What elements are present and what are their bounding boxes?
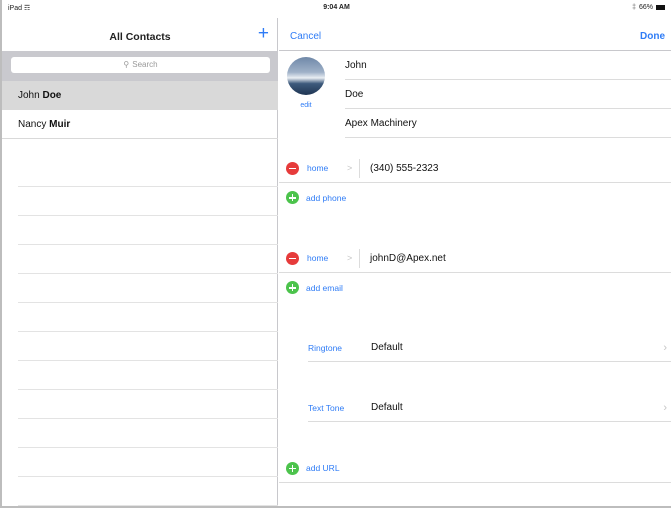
add-email-row[interactable]: add email bbox=[279, 273, 671, 302]
contact-edit-pane: Cancel Done edit John Doe Apex Machinery… bbox=[279, 18, 671, 506]
contacts-nav-bar: All Contacts + bbox=[2, 18, 278, 51]
search-icon: ⚲ bbox=[123, 60, 130, 69]
phone-row: home > (340) 555-2323 bbox=[279, 154, 671, 183]
empty-row bbox=[18, 158, 278, 187]
chevron-right-icon: › bbox=[663, 401, 667, 414]
delete-email-button[interactable] bbox=[286, 251, 299, 265]
text-tone-row[interactable]: Text Tone Default › bbox=[279, 393, 671, 422]
empty-row bbox=[18, 274, 278, 303]
add-url-row[interactable]: add URL bbox=[279, 454, 671, 483]
add-phone-row[interactable]: add phone bbox=[279, 183, 671, 212]
ringtone-row[interactable]: Ringtone Default › bbox=[279, 333, 671, 362]
email-row: home > johnD@Apex.net bbox=[279, 244, 671, 273]
add-url-label[interactable]: add URL bbox=[306, 463, 340, 473]
empty-row bbox=[18, 245, 278, 274]
add-phone-label[interactable]: add phone bbox=[306, 193, 346, 203]
divider bbox=[359, 158, 360, 178]
text-tone-label: Text Tone bbox=[308, 402, 345, 413]
email-field[interactable]: johnD@Apex.net bbox=[370, 253, 446, 264]
edit-nav-bar: Cancel Done bbox=[279, 18, 671, 51]
chevron-right-icon: > bbox=[347, 253, 353, 263]
email-type-label[interactable]: home bbox=[307, 253, 347, 263]
contact-photo[interactable] bbox=[287, 57, 325, 95]
empty-row bbox=[18, 448, 278, 477]
divider bbox=[359, 248, 360, 268]
search-placeholder: Search bbox=[132, 60, 158, 69]
delete-phone-button[interactable] bbox=[286, 161, 299, 175]
add-email-icon[interactable] bbox=[286, 281, 299, 294]
contact-first-name: Nancy bbox=[18, 119, 47, 130]
empty-row bbox=[18, 477, 278, 506]
add-contact-button[interactable]: + bbox=[258, 24, 269, 43]
search-input[interactable]: ⚲ Search bbox=[11, 57, 270, 73]
phone-number-field[interactable]: (340) 555-2323 bbox=[370, 163, 438, 174]
first-name-field[interactable]: John bbox=[345, 51, 671, 80]
battery-percent: 66% bbox=[638, 4, 653, 11]
empty-list-rows bbox=[18, 158, 278, 506]
contacts-list-pane: All Contacts + ⚲ Search John Doe Nancy Mu… bbox=[2, 18, 278, 506]
contact-last-name: Doe bbox=[42, 90, 62, 101]
row-divider bbox=[308, 361, 671, 362]
empty-row bbox=[18, 419, 278, 448]
contacts-title: All Contacts bbox=[109, 31, 171, 43]
contact-first-name: John bbox=[18, 90, 40, 101]
done-button[interactable]: Done bbox=[640, 31, 665, 42]
chevron-right-icon: > bbox=[347, 163, 353, 173]
chevron-right-icon: › bbox=[663, 341, 667, 354]
contact-last-name: Muir bbox=[49, 119, 71, 130]
last-name-field[interactable]: Doe bbox=[345, 80, 671, 109]
add-phone-icon[interactable] bbox=[286, 191, 299, 204]
ringtone-value: Default bbox=[371, 342, 403, 353]
empty-row bbox=[18, 332, 278, 361]
contact-list: John Doe Nancy Muir bbox=[2, 81, 278, 139]
edit-photo-button[interactable]: edit bbox=[287, 102, 325, 109]
phone-type-label[interactable]: home bbox=[307, 163, 347, 173]
status-bar: iPad ☶ 9:04 AM ‡ 66% bbox=[2, 0, 671, 18]
cancel-button[interactable]: Cancel bbox=[290, 31, 321, 42]
add-email-label[interactable]: add email bbox=[306, 283, 343, 293]
empty-row bbox=[18, 216, 278, 245]
row-divider bbox=[308, 421, 671, 422]
empty-row bbox=[18, 390, 278, 419]
ringtone-label: Ringtone bbox=[308, 342, 343, 353]
status-time: 9:04 AM bbox=[323, 4, 350, 11]
company-field[interactable]: Apex Machinery bbox=[345, 109, 671, 138]
bluetooth-icon: ‡ bbox=[632, 4, 636, 11]
contact-row-john-doe[interactable]: John Doe bbox=[2, 81, 278, 110]
text-tone-value: Default bbox=[371, 402, 403, 413]
empty-row bbox=[18, 303, 278, 332]
battery-icon bbox=[656, 5, 665, 10]
add-url-icon[interactable] bbox=[286, 461, 299, 475]
empty-row bbox=[18, 361, 278, 390]
contact-row-nancy-muir[interactable]: Nancy Muir bbox=[2, 110, 278, 139]
empty-row bbox=[18, 187, 278, 216]
status-right: ‡ 66% bbox=[632, 4, 665, 11]
